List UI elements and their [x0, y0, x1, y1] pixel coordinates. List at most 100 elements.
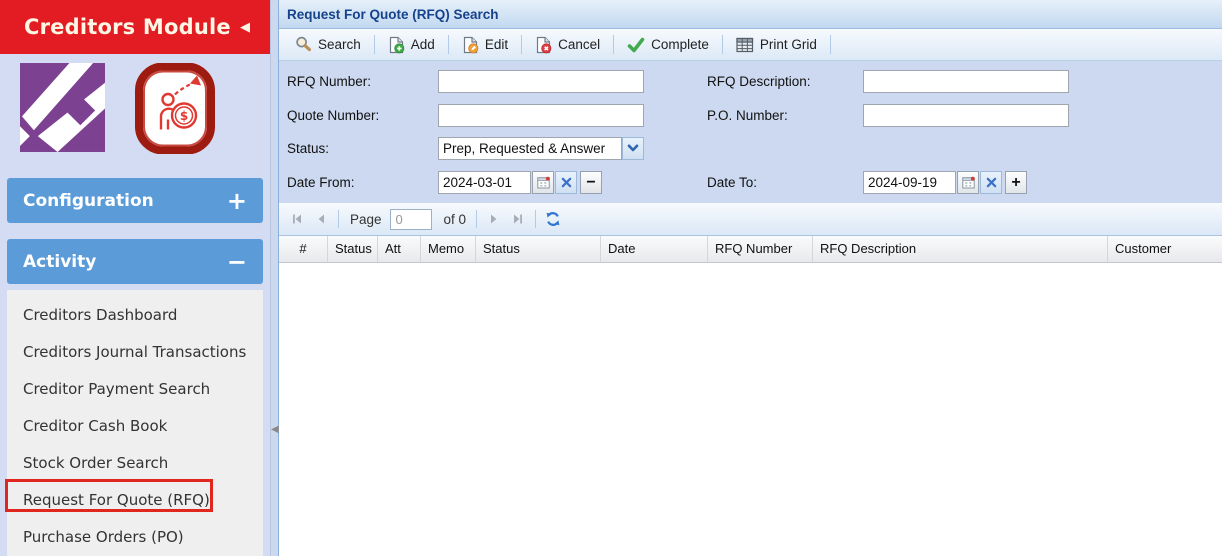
app-logo-red: $ — [135, 63, 215, 154]
doc-cancel-icon — [536, 36, 552, 53]
rfq-number-label: RFQ Number: — [287, 74, 372, 89]
column-header-customer[interactable]: Customer — [1108, 236, 1222, 262]
print-grid-button[interactable]: Print Grid — [728, 33, 825, 57]
refresh-button[interactable] — [541, 207, 565, 231]
prev-page-button[interactable] — [309, 207, 333, 231]
sidebar-collapse-icon[interactable]: ◀ — [240, 20, 250, 35]
menu-item-purchase-orders[interactable]: Purchase Orders (PO) — [7, 519, 263, 556]
page-label: Page — [350, 211, 382, 227]
toolbar-separator — [373, 35, 375, 54]
column-header-date[interactable]: Date — [601, 236, 708, 262]
next-page-icon — [491, 214, 497, 224]
combo-trigger-icon — [627, 144, 639, 152]
accordion-activity[interactable]: Activity − — [7, 239, 263, 284]
rfq-search-panel: Request For Quote (RFQ) Search Search Ad… — [278, 0, 1222, 556]
status-label: Status: — [287, 141, 330, 156]
doc-add-icon — [389, 36, 405, 53]
menu-item-stock-order-search[interactable]: Stock Order Search — [7, 445, 263, 482]
complete-label: Complete — [651, 37, 709, 52]
sidebar: Creditors Module ◀ $ Configuration + Act… — [0, 0, 270, 556]
column-header-att[interactable]: Att — [378, 236, 421, 262]
prev-page-icon — [318, 214, 324, 224]
menu-item-creditors-journal-transactions[interactable]: Creditors Journal Transactions — [7, 334, 263, 371]
date-to-calendar-button[interactable] — [957, 171, 979, 194]
column-header-status[interactable]: Status — [476, 236, 601, 262]
date-from-input[interactable] — [438, 171, 531, 194]
date-from-label: Date From: — [287, 175, 355, 190]
clear-icon — [986, 177, 996, 188]
paging-toolbar: Page of 0 — [279, 203, 1222, 236]
collapse-icon[interactable]: − — [227, 250, 247, 274]
pager-separator — [476, 210, 478, 228]
search-form: RFQ Number: Quote Number: Status: Date F… — [279, 61, 1222, 203]
first-page-button[interactable] — [285, 207, 309, 231]
splitter-collapse-icon[interactable]: ◀ — [271, 424, 279, 435]
module-title: Creditors Module — [24, 15, 231, 39]
menu-item-request-for-quote[interactable]: Request For Quote (RFQ) — [7, 482, 263, 519]
last-page-button[interactable] — [506, 207, 530, 231]
date-from-calendar-button[interactable] — [532, 171, 554, 194]
edit-button[interactable]: Edit — [454, 32, 516, 58]
date-to-label: Date To: — [707, 175, 758, 190]
add-button[interactable]: Add — [380, 32, 443, 58]
status-combo-trigger[interactable] — [622, 137, 644, 160]
rfq-number-input[interactable] — [438, 70, 644, 93]
column-header-memo[interactable]: Memo — [421, 236, 476, 262]
menu-item-creditor-payment-search[interactable]: Creditor Payment Search — [7, 371, 263, 408]
refresh-icon — [546, 212, 560, 226]
status-combo-input[interactable] — [438, 137, 622, 160]
search-label: Search — [318, 37, 361, 52]
date-to-input[interactable] — [863, 171, 956, 194]
rfq-description-input[interactable] — [863, 70, 1069, 93]
calendar-icon — [961, 176, 975, 189]
activity-label: Activity — [23, 251, 97, 272]
date-from-clear-button[interactable] — [555, 171, 577, 194]
toolbar-separator — [447, 35, 449, 54]
logo-row: $ — [0, 54, 270, 177]
clear-icon — [561, 177, 571, 188]
rfq-description-label: RFQ Description: — [707, 74, 811, 89]
search-button[interactable]: Search — [287, 32, 369, 57]
toolbar-separator — [613, 35, 615, 54]
add-label: Add — [410, 37, 435, 52]
first-page-icon — [293, 214, 301, 224]
cancel-button[interactable]: Cancel — [527, 32, 608, 58]
table-icon — [736, 37, 753, 52]
complete-button[interactable]: Complete — [619, 33, 717, 57]
quote-number-label: Quote Number: — [287, 108, 380, 123]
pager-separator — [535, 210, 537, 228]
date-to-step-button[interactable]: + — [1005, 171, 1027, 194]
menu-item-creditor-cash-book[interactable]: Creditor Cash Book — [7, 408, 263, 445]
doc-edit-icon — [463, 36, 479, 53]
search-icon — [296, 36, 311, 52]
date-to-clear-button[interactable] — [980, 171, 1002, 194]
column-header-rfq-number[interactable]: RFQ Number — [708, 236, 813, 262]
accordion-configuration[interactable]: Configuration + — [7, 178, 263, 223]
toolbar-separator — [721, 35, 723, 54]
column-header-status-icon[interactable]: Status — [328, 236, 378, 262]
po-number-input[interactable] — [863, 104, 1069, 127]
toolbar-separator — [521, 35, 523, 54]
calendar-icon — [536, 176, 550, 189]
grid-header: # Status Att Memo Status Date RFQ Number… — [279, 236, 1222, 263]
expand-icon[interactable]: + — [227, 189, 247, 213]
page-count-label: of 0 — [443, 211, 467, 227]
activity-menu: Creditors Dashboard Creditors Journal Tr… — [7, 290, 263, 556]
toolbar-separator — [829, 35, 831, 54]
column-header-row-number[interactable]: # — [279, 236, 328, 262]
edit-label: Edit — [484, 37, 509, 52]
module-header: Creditors Module ◀ — [0, 0, 270, 54]
date-from-step-button[interactable]: − — [580, 171, 602, 194]
quote-number-input[interactable] — [438, 104, 644, 127]
cancel-label: Cancel — [558, 37, 601, 52]
column-header-rfq-description[interactable]: RFQ Description — [813, 236, 1108, 262]
menu-item-creditors-dashboard[interactable]: Creditors Dashboard — [7, 297, 263, 334]
next-page-button[interactable] — [482, 207, 506, 231]
last-page-icon — [514, 214, 523, 224]
print-grid-label: Print Grid — [759, 37, 817, 52]
check-icon — [627, 37, 645, 52]
pager-separator — [338, 210, 339, 228]
page-number-input[interactable] — [389, 208, 432, 230]
panel-splitter[interactable]: ◀ — [270, 0, 279, 556]
grid-body-empty[interactable] — [279, 263, 1222, 556]
